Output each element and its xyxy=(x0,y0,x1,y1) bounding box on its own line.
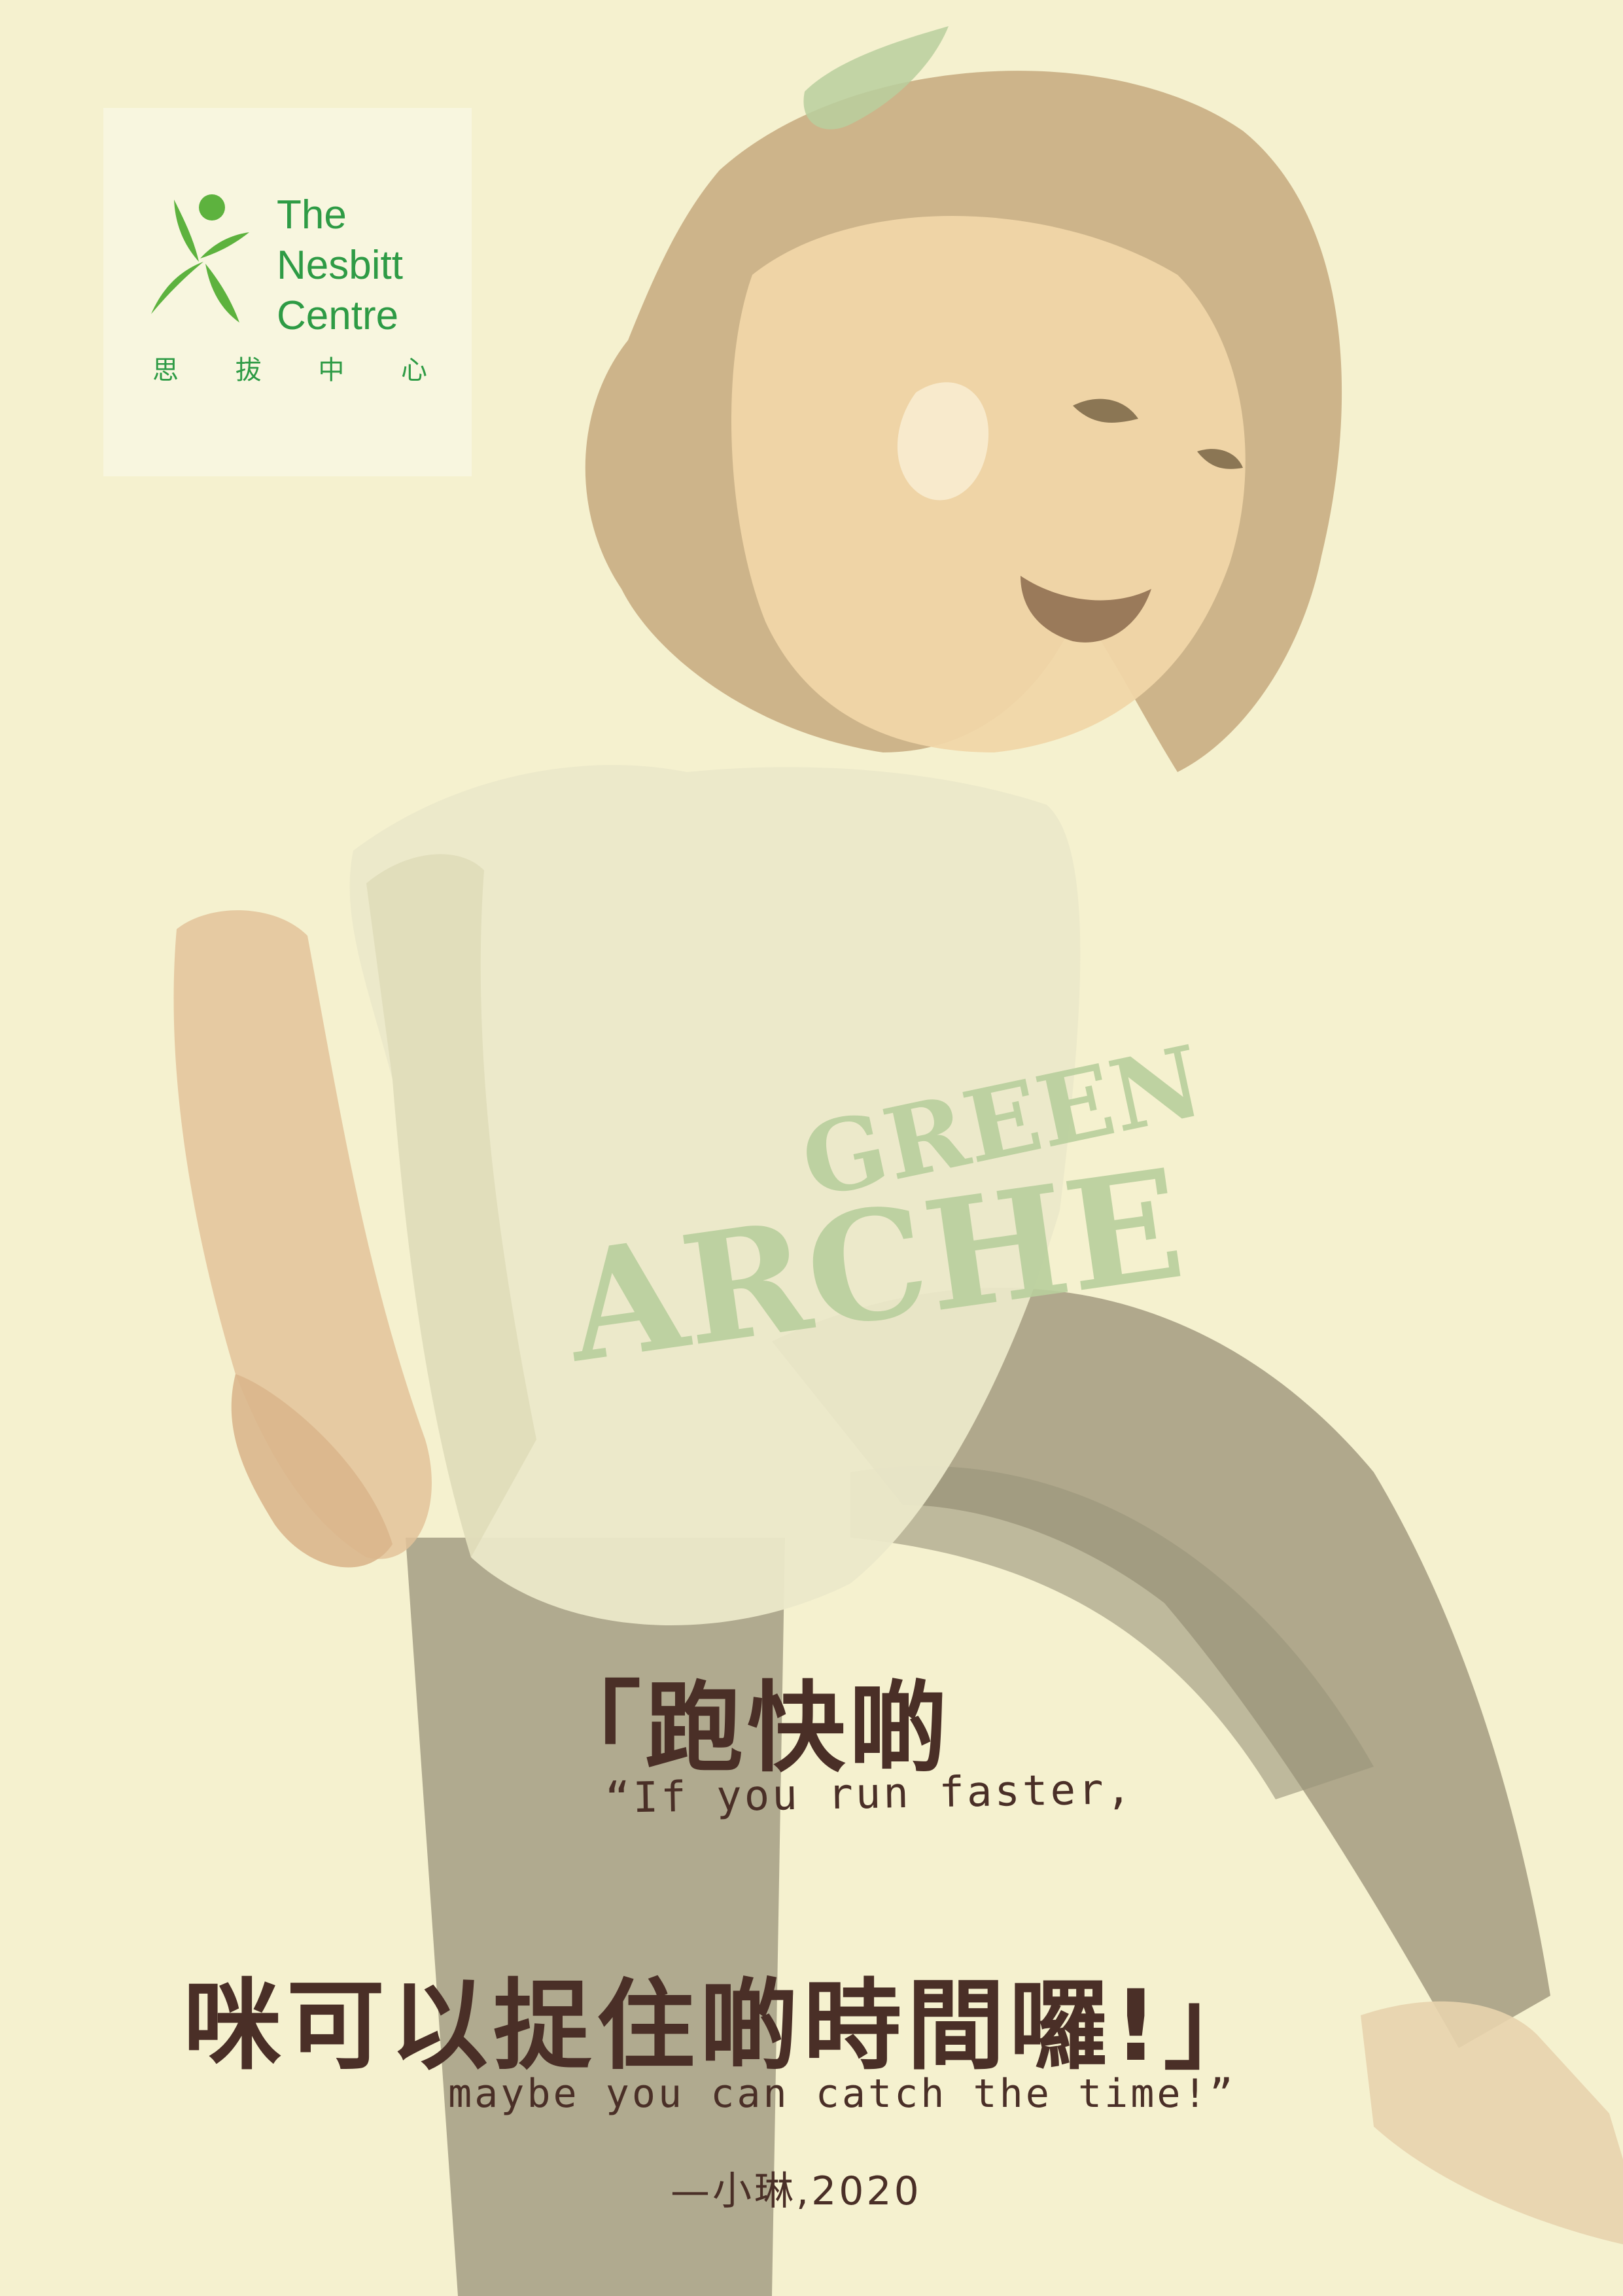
logo-name-line: The xyxy=(277,192,347,238)
shoe xyxy=(1361,2001,1623,2244)
logo-chinese-char: 中 xyxy=(318,355,345,385)
logo-name-line: Centre xyxy=(277,293,399,338)
quote-attribution: —小琳,2020 xyxy=(671,2168,922,2214)
nesbitt-centre-logo: The Nesbitt Centre 思 拔 中 心 xyxy=(103,108,472,476)
quote-chinese-line-2: 咪可以捉住啲時間囉!」 xyxy=(183,1969,1267,2083)
logo-chinese-char: 心 xyxy=(400,355,427,385)
logo-wordmark: The Nesbitt Centre xyxy=(277,190,403,341)
logo-chinese-char: 思 xyxy=(152,355,179,385)
quote-english-line-1: “If you run faster, xyxy=(604,1765,1134,1824)
poster: GREEN ARCHE The Nesbitt Centre 思 拔 中 心 「… xyxy=(0,0,1623,2296)
logo-chinese-name: 思 拔 中 心 xyxy=(152,349,427,387)
logo-chinese-char: 拔 xyxy=(235,355,262,385)
leaf-figure-icon xyxy=(151,194,249,323)
quote-english-line-2: maybe you can catch the time!” xyxy=(448,2071,1236,2117)
logo-name-line: Nesbitt xyxy=(277,243,403,288)
